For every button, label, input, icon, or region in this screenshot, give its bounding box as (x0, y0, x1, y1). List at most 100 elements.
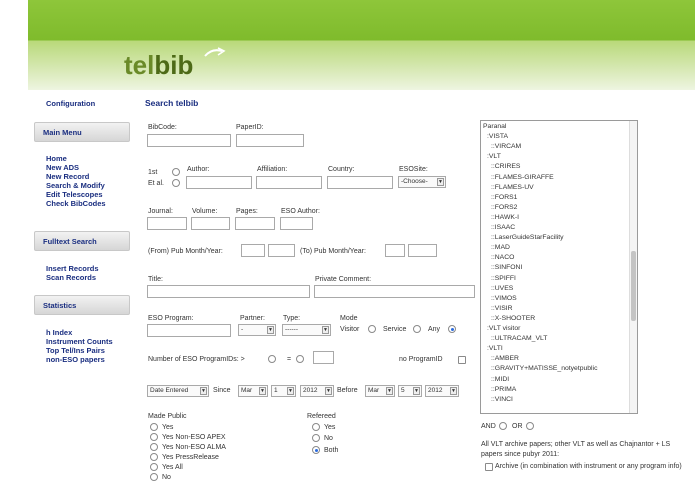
before-year-select[interactable]: 2012 ▼ (425, 385, 459, 397)
any-radio[interactable] (448, 325, 456, 333)
sidebar-item-top-tel-ins-pairs[interactable]: Top Tel/Ins Pairs (46, 346, 105, 355)
and-radio[interactable] (499, 422, 507, 430)
refereed-option-label: No (324, 435, 333, 442)
refereed-no-radio[interactable] (312, 434, 320, 442)
before-day-select[interactable]: 5 ▼ (398, 385, 422, 397)
telescope-listbox[interactable]: Paranal:VISTA::VIRCAM:VLT::CRIRES::FLAME… (480, 120, 638, 414)
sidebar-item-home[interactable]: Home (46, 154, 67, 163)
or-radio[interactable] (526, 422, 534, 430)
any-label: Any (428, 326, 441, 333)
telbib-logo[interactable]: telbib (124, 50, 193, 81)
partner-select[interactable]: - ▼ (238, 324, 276, 336)
num-programs-input[interactable] (313, 351, 334, 364)
sidebar-item-edit-telescopes[interactable]: Edit Telescopes (46, 190, 103, 199)
telescope-option[interactable]: ::GRAVITY+MATISSE_notyetpublic (491, 365, 597, 372)
telescope-option[interactable]: ::UVES (491, 285, 513, 292)
telescope-option[interactable]: ::VISIR (491, 305, 513, 312)
eso-program-input[interactable] (147, 324, 231, 337)
logo-bib-text: bib (154, 50, 194, 80)
telescope-option[interactable]: ::ULTRACAM_VLT (491, 335, 547, 342)
page-title: Search telbib (145, 98, 199, 108)
public-alma-radio[interactable] (150, 443, 158, 451)
sidebar-item-new-ads[interactable]: New ADS (46, 163, 79, 172)
scrollbar-thumb[interactable] (631, 251, 636, 321)
telescope-option[interactable]: ::NACO (491, 254, 514, 261)
telescope-option[interactable]: ::PRIMA (491, 386, 516, 393)
private-comment-input[interactable] (314, 285, 475, 298)
configuration-link[interactable]: Configuration (46, 99, 95, 108)
journal-input[interactable] (147, 217, 187, 230)
first-author-radio[interactable] (172, 168, 180, 176)
to-month-input[interactable] (385, 244, 405, 257)
telescope-option[interactable]: ::FORS1 (491, 194, 517, 201)
title-input[interactable] (147, 285, 310, 298)
et-al-radio[interactable] (172, 179, 180, 187)
author-input[interactable] (186, 176, 252, 189)
telescope-option[interactable]: ::AMBER (491, 355, 519, 362)
before-month-select[interactable]: Mar ▼ (365, 385, 395, 397)
telescope-option[interactable]: ::LaserGuideStarFacility (491, 234, 564, 241)
telescope-option[interactable]: ::VINCI (491, 396, 513, 403)
sidebar-item-search-modify[interactable]: Search & Modify (46, 181, 105, 190)
since-day-select[interactable]: 1 ▼ (271, 385, 296, 397)
sidebar-item-new-record[interactable]: New Record (46, 172, 89, 181)
greater-than-radio[interactable] (268, 355, 276, 363)
sidebar-item-insert-records[interactable]: Insert Records (46, 264, 99, 273)
sidebar-item-check-bibcodes[interactable]: Check BibCodes (46, 199, 106, 208)
refereed-yes-radio[interactable] (312, 423, 320, 431)
eso-author-input[interactable] (280, 217, 313, 230)
listbox-scrollbar[interactable] (629, 121, 637, 413)
paperid-input[interactable] (236, 134, 304, 147)
telescope-option[interactable]: ::FORS2 (491, 204, 517, 211)
public-no-radio[interactable] (150, 473, 158, 481)
since-year-select[interactable]: 2012 ▼ (300, 385, 334, 397)
telescope-option[interactable]: ::MAD (491, 244, 510, 251)
telescope-option[interactable]: ::FLAMES-GIRAFFE (491, 174, 554, 181)
volume-input[interactable] (191, 217, 230, 230)
telescope-option[interactable]: ::FLAMES-UV (491, 184, 534, 191)
country-label: Country: (328, 166, 355, 173)
sidebar-item-instrument-counts[interactable]: Instrument Counts (46, 337, 113, 346)
to-year-input[interactable] (408, 244, 437, 257)
since-month-select[interactable]: Mar ▼ (238, 385, 268, 397)
public-press-radio[interactable] (150, 453, 158, 461)
equals-radio[interactable] (296, 355, 304, 363)
public-yes-radio[interactable] (150, 423, 158, 431)
telescope-option[interactable]: ::CRIRES (491, 163, 520, 170)
esosite-select[interactable]: -Choose- ▼ (398, 176, 446, 188)
telescope-option[interactable]: :VLTI (487, 345, 503, 352)
telescope-option[interactable]: :VISTA (487, 133, 508, 140)
type-select[interactable]: ------ ▼ (282, 324, 331, 336)
telescope-option[interactable]: ::X-SHOOTER (491, 315, 535, 322)
refereed-both-radio[interactable] (312, 446, 320, 454)
telescope-option[interactable]: Paranal (483, 123, 506, 130)
from-year-input[interactable] (268, 244, 295, 257)
telescope-option[interactable]: :VLT (487, 153, 501, 160)
telescope-option[interactable]: :VLT visitor (487, 325, 520, 332)
telescope-option[interactable]: ::MIDI (491, 376, 509, 383)
sidebar-item-non-eso-papers[interactable]: non-ESO papers (46, 355, 105, 364)
telescope-option[interactable]: ::SINFONI (491, 264, 522, 271)
since-day-value: 1 (274, 387, 278, 394)
sidebar-item-h-index[interactable]: h Index (46, 328, 72, 337)
telescope-option[interactable]: ::VIMOS (491, 295, 517, 302)
no-program-checkbox[interactable] (458, 356, 466, 364)
country-input[interactable] (327, 176, 393, 189)
service-radio[interactable] (413, 325, 421, 333)
since-label: Since (213, 387, 231, 394)
public-apex-radio[interactable] (150, 433, 158, 441)
bibcode-input[interactable] (147, 134, 231, 147)
date-type-select[interactable]: Date Entered ▼ (147, 385, 209, 397)
since-month-value: Mar (241, 387, 253, 394)
public-all-radio[interactable] (150, 463, 158, 471)
from-month-input[interactable] (241, 244, 265, 257)
visitor-radio[interactable] (368, 325, 376, 333)
telescope-option[interactable]: ::SPIFFI (491, 275, 516, 282)
archive-label: Archive (in combination with instrument … (495, 463, 682, 470)
telescope-option[interactable]: ::VIRCAM (491, 143, 521, 150)
affiliation-input[interactable] (256, 176, 322, 189)
sidebar-item-scan-records[interactable]: Scan Records (46, 273, 96, 282)
telescope-option[interactable]: ::ISAAC (491, 224, 515, 231)
telescope-option[interactable]: ::HAWK-I (491, 214, 519, 221)
pages-input[interactable] (235, 217, 275, 230)
